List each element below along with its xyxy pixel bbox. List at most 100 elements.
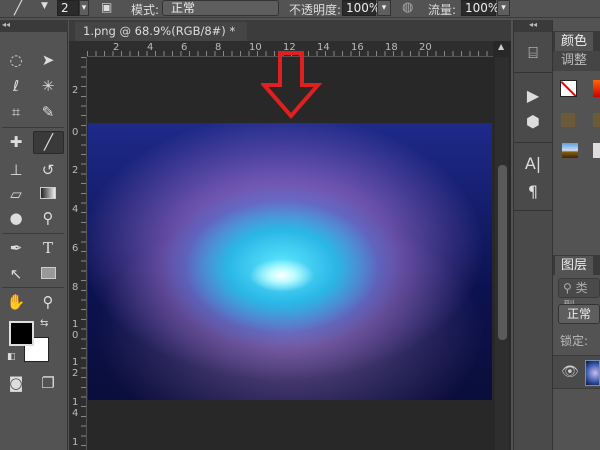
ruler-label: 2 (113, 42, 120, 53)
brush-tool-icon[interactable]: ╱ (33, 131, 64, 154)
dodge-icon[interactable]: ⚲ (36, 208, 60, 228)
airbrush-icon[interactable]: ◍ (402, 0, 413, 15)
brush-panel-icon[interactable]: ▣ (101, 0, 112, 14)
flow-field[interactable]: 100% (461, 0, 499, 16)
adjustment-swatch[interactable] (593, 80, 600, 97)
brush-size-field[interactable]: 2 (57, 0, 79, 16)
flow-dropdown[interactable]: ▾ (497, 0, 510, 16)
divider (514, 210, 552, 211)
ruler-label: 6 (72, 243, 79, 254)
move-tool-icon[interactable]: ➤ (36, 50, 60, 70)
gradient-icon[interactable] (36, 184, 60, 204)
ruler-label: 20 (419, 42, 432, 53)
collapse-icon[interactable]: ◂◂ (514, 20, 552, 32)
brush-size-dropdown[interactable]: ▾ (79, 0, 89, 16)
lock-label: 锁定: (560, 334, 589, 348)
adjustment-swatch[interactable] (562, 143, 578, 158)
history-brush-icon[interactable]: ↺ (36, 160, 60, 180)
no-color-swatch[interactable] (560, 80, 577, 97)
ruler-label: 0 (72, 127, 79, 138)
character-panel-icon[interactable]: A| (514, 154, 552, 173)
opacity-dropdown[interactable]: ▾ (377, 0, 391, 16)
vertical-ruler[interactable]: 2 0 2 4 6 8 10 12 14 1 (69, 57, 87, 450)
lasso-tool-icon[interactable]: ℓ (4, 76, 28, 96)
toolbox: ◂◂ ◌ ➤ ℓ ✳ ⌗ ✎ ✚ ╱ ⊥ ↺ ▱ ● ⚲ ✒ T ↖ ✋ ⚲ ⇆… (0, 20, 68, 450)
document-tab[interactable]: 1.png @ 68.9%(RGB/8#) * × (75, 22, 247, 57)
ruler-label: 14 (72, 397, 79, 419)
swap-colors-icon[interactable]: ⇆ (40, 318, 48, 329)
history-panel-icon[interactable]: ⌸ (514, 43, 552, 63)
quick-mask-icon[interactable]: ◙ (4, 373, 28, 393)
paragraph-panel-icon[interactable]: ¶ (514, 182, 552, 201)
ruler-ticks (81, 57, 86, 450)
type-tool-icon[interactable]: T (36, 238, 60, 258)
foreground-color-swatch[interactable] (9, 321, 34, 346)
ruler-label: 4 (147, 42, 154, 53)
ruler-label: 6 (181, 42, 188, 53)
blend-mode-select[interactable]: 正常 (558, 304, 600, 324)
options-bar: ╱ ▼ 2 ▾ ▣ 模式: 正常 不透明度: 100% ▾ ◍ 流量: 100%… (0, 0, 600, 18)
visibility-eye-icon[interactable]: 👁 (561, 364, 579, 380)
brush-preset-dropdown-icon[interactable]: ▼ (41, 1, 48, 11)
clone-stamp-icon[interactable]: ⊥ (4, 160, 28, 180)
hand-tool-icon[interactable]: ✋ (4, 292, 28, 312)
screen-mode-icon[interactable]: ❐ (36, 373, 60, 393)
ruler-label: 8 (72, 282, 79, 293)
actions-panel-icon[interactable]: ▶ (514, 86, 552, 105)
tab-title: 1.png @ 68.9%(RGB/8#) * (83, 24, 236, 38)
rectangle-tool-icon[interactable] (36, 264, 60, 284)
pen-tool-icon[interactable]: ✒ (4, 238, 28, 258)
mode-label: 模式: (131, 3, 160, 17)
tab-color[interactable]: 颜色 (555, 32, 594, 51)
healing-brush-icon[interactable]: ✚ (4, 132, 28, 152)
tab-layers[interactable]: 图层 (555, 256, 594, 276)
ruler-label: 10 (249, 42, 262, 53)
ruler-origin[interactable] (69, 41, 87, 57)
vertical-scrollbar[interactable]: ▲ (495, 42, 509, 450)
mode-select[interactable]: 正常 (162, 0, 279, 16)
path-select-icon[interactable]: ↖ (4, 264, 28, 284)
crop-tool-icon[interactable]: ⌗ (4, 102, 28, 122)
ruler-label: 16 (351, 42, 364, 53)
collapse-icon[interactable]: ◂◂ (0, 20, 68, 32)
tab-adjustments[interactable]: 调整 (555, 52, 594, 70)
ruler-label: 4 (72, 204, 79, 215)
canvas-image[interactable] (88, 123, 492, 400)
ruler-label: 1 (72, 437, 79, 448)
ruler-label: 2 (72, 85, 79, 96)
adjustment-swatch[interactable] (593, 143, 600, 158)
ruler-label: 10 (72, 319, 79, 341)
adjustment-swatch[interactable] (593, 113, 600, 127)
zoom-tool-icon[interactable]: ⚲ (36, 292, 60, 312)
divider (2, 287, 64, 288)
scroll-up-icon[interactable]: ▲ (498, 42, 504, 51)
adjustment-swatch[interactable] (561, 113, 575, 127)
brush-tool-icon[interactable]: ╱ (14, 0, 22, 16)
default-colors-icon[interactable]: ◧ (7, 352, 16, 362)
tab-bar: 1.png @ 68.9%(RGB/8#) * × (69, 20, 511, 57)
eraser-icon[interactable]: ▱ (4, 184, 28, 204)
magic-wand-icon[interactable]: ✳ (36, 76, 60, 96)
3d-panel-icon[interactable]: ⬢ (514, 112, 552, 131)
layer-thumbnail[interactable] (585, 360, 600, 386)
eyedropper-icon[interactable]: ✎ (36, 102, 60, 122)
panel-icon-strip: ◂◂ ⌸ ▶ ⬢ A| ¶ (513, 20, 553, 450)
ruler-label: 18 (385, 42, 398, 53)
opacity-label: 不透明度: (289, 3, 342, 17)
document-window: 1.png @ 68.9%(RGB/8#) * × 2 4 6 8 10 12 … (69, 20, 511, 450)
layer-filter-field[interactable]: ⚲ 类型 (558, 278, 600, 313)
ruler-label: 8 (215, 42, 222, 53)
ruler-label: 12 (72, 357, 79, 379)
opacity-field[interactable]: 100% (342, 0, 380, 16)
divider (514, 142, 552, 143)
blur-icon[interactable]: ● (4, 208, 28, 228)
right-panels: 颜色 调整 图层 ⚲ 类型 正常 锁定: 👁 (553, 20, 600, 450)
flow-label: 流量: (428, 3, 457, 17)
divider (2, 233, 64, 234)
red-down-arrow-icon (261, 51, 323, 120)
ruler-label: 2 (72, 165, 79, 176)
search-icon: ⚲ (563, 281, 572, 295)
scrollbar-thumb[interactable] (498, 165, 507, 340)
divider (514, 72, 552, 73)
marquee-tool-icon[interactable]: ◌ (4, 50, 28, 70)
